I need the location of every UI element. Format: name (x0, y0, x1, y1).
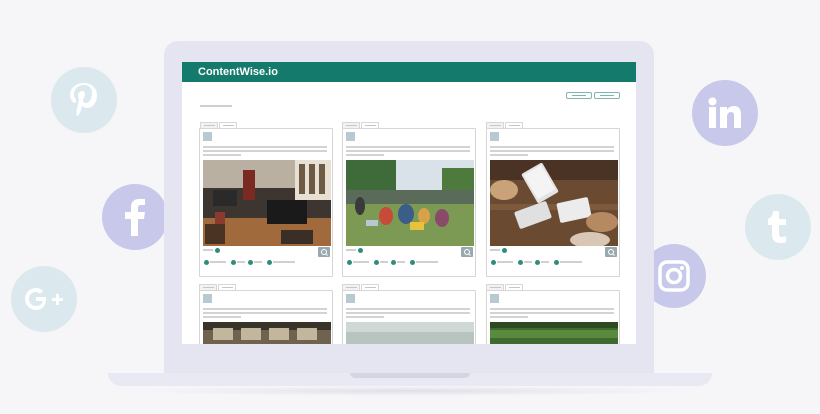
text-line (203, 150, 327, 152)
avatar (346, 294, 355, 303)
text-line (490, 316, 528, 318)
meta-line (203, 249, 213, 251)
content-card[interactable] (199, 128, 333, 277)
meta-line (497, 261, 513, 263)
content-card[interactable] (342, 290, 476, 344)
text-line (203, 154, 241, 156)
content-card[interactable] (199, 290, 333, 344)
tag-dot (374, 260, 379, 265)
text-line (203, 312, 327, 314)
meta-line (397, 261, 405, 263)
page-title-placeholder (200, 105, 232, 107)
landscape-photo (346, 322, 474, 344)
status-dot (502, 248, 507, 253)
text-line (203, 316, 241, 318)
office-photo (203, 160, 331, 246)
tag-dot (231, 260, 236, 265)
search-icon[interactable] (318, 247, 330, 257)
text-line (490, 308, 614, 310)
search-icon[interactable] (605, 247, 617, 257)
meta-line (273, 261, 295, 263)
laptop-shadow (130, 386, 690, 396)
meta-line (210, 261, 226, 263)
meta-line (560, 261, 582, 263)
header-action-button-1[interactable] (566, 92, 592, 99)
meta-line (416, 261, 438, 263)
tag-dot (391, 260, 396, 265)
tumblr-icon (745, 194, 811, 260)
phones-on-table-photo (490, 160, 618, 246)
avatar (346, 132, 355, 141)
header-action-button-2[interactable] (594, 92, 620, 99)
meta-line (237, 261, 245, 263)
google-plus-icon (11, 266, 77, 332)
text-line (490, 146, 614, 148)
text-line (346, 154, 384, 156)
festival-crowd-photo (346, 160, 474, 246)
meta-line (346, 249, 356, 251)
content-card[interactable] (486, 128, 620, 277)
hedge-photo (490, 322, 618, 344)
sofa-photo (203, 322, 331, 344)
meta-line (541, 261, 549, 263)
meta-line (490, 249, 500, 251)
tag-dot (535, 260, 540, 265)
avatar (203, 132, 212, 141)
facebook-icon (102, 184, 168, 250)
avatar (490, 132, 499, 141)
avatar (490, 294, 499, 303)
text-line (203, 146, 327, 148)
text-line (346, 308, 470, 310)
tag-dot (204, 260, 209, 265)
pinterest-icon (51, 67, 117, 133)
text-line (490, 312, 614, 314)
app-header: ContentWise.io (182, 62, 636, 82)
text-line (346, 312, 470, 314)
tag-dot (347, 260, 352, 265)
meta-line (524, 261, 532, 263)
brand-logo[interactable]: ContentWise.io (198, 66, 278, 78)
tag-dot (554, 260, 559, 265)
text-line (490, 150, 614, 152)
avatar (203, 294, 212, 303)
text-line (346, 150, 470, 152)
tag-dot (267, 260, 272, 265)
meta-line (254, 261, 262, 263)
linkedin-icon (692, 80, 758, 146)
text-line (203, 308, 327, 310)
content-card[interactable] (342, 128, 476, 277)
text-line (490, 154, 528, 156)
text-line (346, 146, 470, 148)
tag-dot (248, 260, 253, 265)
meta-line (380, 261, 388, 263)
status-dot (358, 248, 363, 253)
content-card[interactable] (486, 290, 620, 344)
text-line (346, 316, 384, 318)
search-icon[interactable] (461, 247, 473, 257)
tag-dot (491, 260, 496, 265)
tag-dot (518, 260, 523, 265)
tag-dot (410, 260, 415, 265)
laptop-notch (350, 373, 470, 378)
status-dot (215, 248, 220, 253)
app-screen: ContentWise.io (182, 62, 636, 344)
meta-line (353, 261, 369, 263)
